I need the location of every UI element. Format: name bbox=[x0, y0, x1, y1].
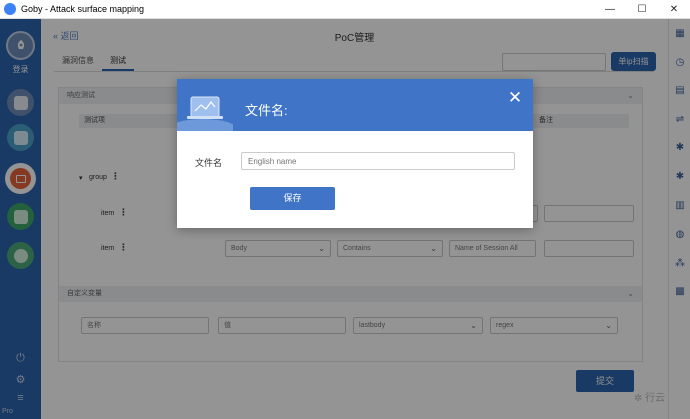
save-button[interactable]: 保存 bbox=[250, 187, 335, 210]
filename-label: 文件名 bbox=[195, 158, 223, 168]
window-controls: — ☐ ✕ bbox=[594, 0, 690, 19]
filename-input[interactable] bbox=[241, 152, 515, 170]
goby-logo-icon bbox=[4, 3, 16, 15]
filename-dialog: 文件名: ✕ 文件名 保存 bbox=[177, 79, 533, 228]
document-illustration-icon bbox=[177, 96, 233, 131]
dialog-title: 文件名: bbox=[245, 103, 288, 118]
close-window-button[interactable]: ✕ bbox=[658, 0, 690, 19]
window-titlebar: Goby - Attack surface mapping — ☐ ✕ bbox=[0, 0, 690, 19]
close-icon[interactable]: ✕ bbox=[507, 89, 523, 106]
minimize-button[interactable]: — bbox=[594, 0, 626, 19]
dialog-header: 文件名: ✕ bbox=[177, 79, 533, 131]
window-title: Goby - Attack surface mapping bbox=[21, 4, 145, 14]
maximize-button[interactable]: ☐ bbox=[626, 0, 658, 19]
